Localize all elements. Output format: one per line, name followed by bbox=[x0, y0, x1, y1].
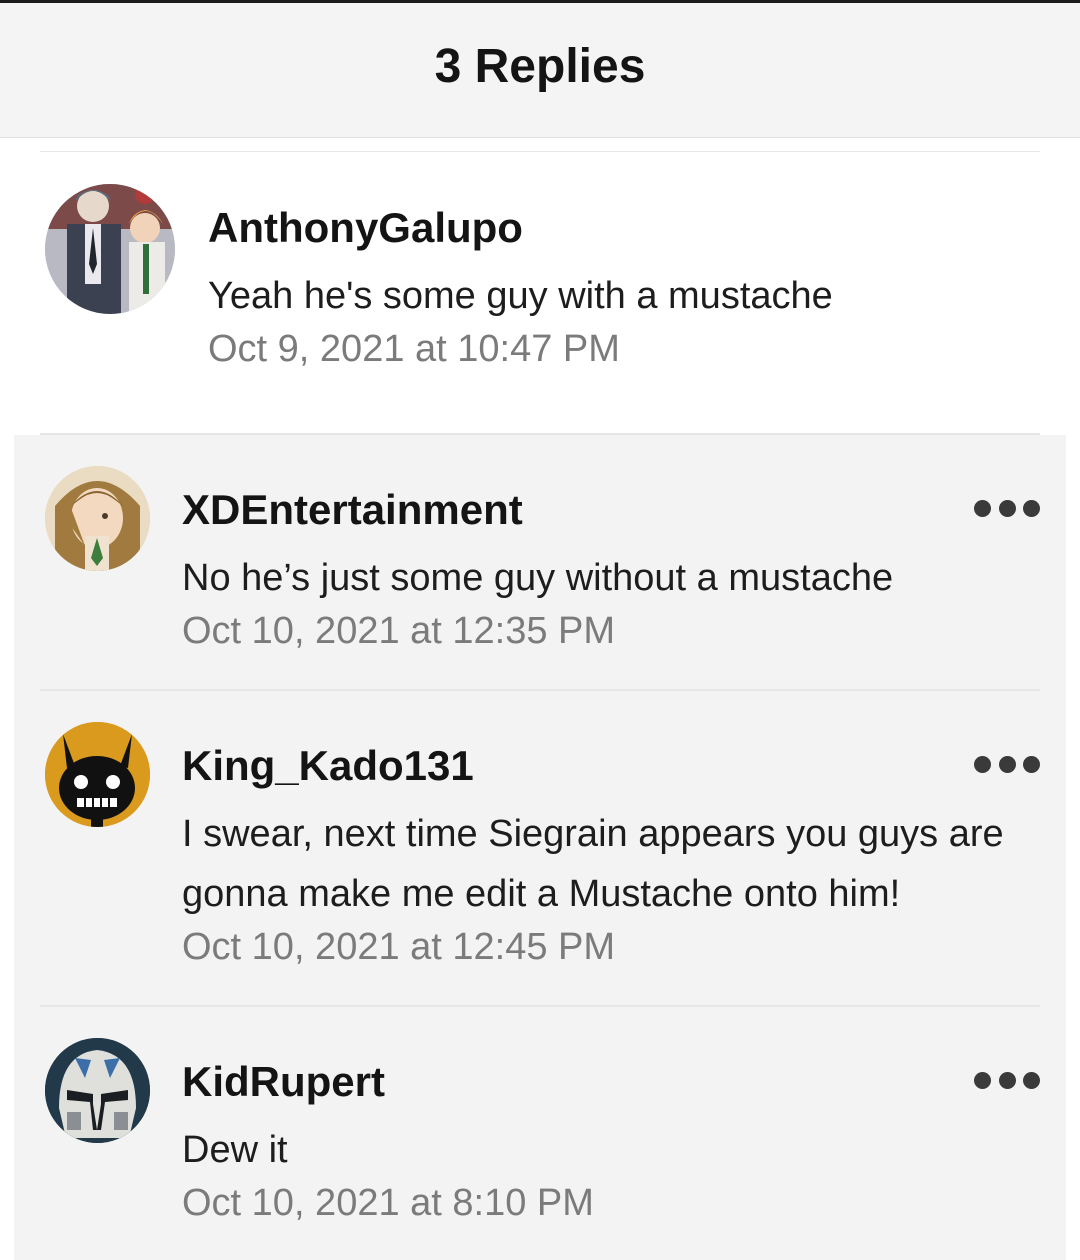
divider bbox=[40, 689, 1040, 691]
horned-skull-avatar[interactable] bbox=[45, 722, 150, 827]
reply-timestamp: Oct 10, 2021 at 12:45 PM bbox=[182, 926, 616, 968]
reply-username[interactable]: KidRupert bbox=[182, 1058, 385, 1106]
reply-username[interactable]: King_Kado131 bbox=[182, 742, 474, 790]
parent-comment: AnthonyGalupo Yeah he's some guy with a … bbox=[0, 152, 1080, 434]
reply-timestamp: Oct 10, 2021 at 8:10 PM bbox=[182, 1182, 594, 1224]
reply-username[interactable]: XDEntertainment bbox=[182, 486, 523, 534]
reply-text: Dew it bbox=[182, 1129, 288, 1171]
divider bbox=[40, 1005, 1040, 1007]
comment-username[interactable]: AnthonyGalupo bbox=[208, 204, 523, 252]
anime-girl-avatar[interactable] bbox=[45, 466, 150, 571]
anime-characters-avatar[interactable] bbox=[45, 184, 175, 314]
replies-header: 3 Replies bbox=[0, 3, 1080, 138]
more-options-icon[interactable] bbox=[974, 1068, 1040, 1092]
reply-text-line-1: I swear, next time Siegrain appears you … bbox=[182, 813, 1004, 855]
more-options-icon[interactable] bbox=[974, 752, 1040, 776]
comment-timestamp: Oct 9, 2021 at 10:47 PM bbox=[208, 328, 620, 370]
reply-text-line-2: gonna make me edit a Mustache onto him! bbox=[182, 873, 901, 915]
reply-timestamp: Oct 10, 2021 at 12:35 PM bbox=[182, 610, 616, 652]
more-options-icon[interactable] bbox=[974, 496, 1040, 520]
page-title: 3 Replies bbox=[434, 40, 646, 93]
reply-text: No he’s just some guy without a mustache bbox=[182, 557, 894, 599]
comment-text: Yeah he's some guy with a mustache bbox=[208, 275, 833, 317]
clone-trooper-helmet-avatar[interactable] bbox=[45, 1038, 150, 1143]
